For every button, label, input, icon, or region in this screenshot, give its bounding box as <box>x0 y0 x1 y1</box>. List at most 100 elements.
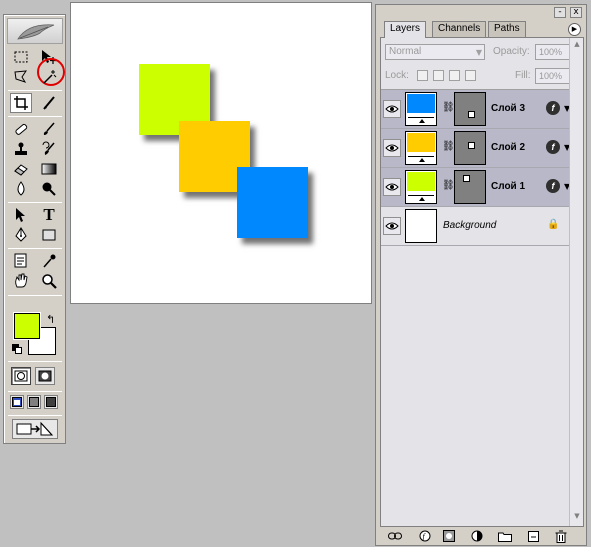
layer-row[interactable]: Background 🔒 <box>381 207 571 246</box>
foreground-color-swatch[interactable] <box>14 313 40 339</box>
type-tool-icon[interactable]: T <box>38 205 60 225</box>
link-icon[interactable]: ⛓ <box>442 141 455 152</box>
feather-icon <box>17 24 55 40</box>
standard-mode-icon[interactable] <box>11 367 31 385</box>
layer-effects-icon[interactable]: f <box>546 140 560 154</box>
layer-row[interactable]: ⛓ Слой 1 f ▼ <box>381 168 571 207</box>
layers-palette: - x Layers Channels Paths ▶ Normal ▼ Opa… <box>375 4 587 546</box>
gradient-tool-icon[interactable] <box>38 159 60 179</box>
minimize-button[interactable]: - <box>554 7 566 18</box>
marquee-tool-icon[interactable] <box>10 47 32 67</box>
layer-thumbnail[interactable] <box>405 131 437 165</box>
toolbox-header-logo[interactable] <box>7 18 63 44</box>
blend-mode-value: Normal <box>389 46 422 57</box>
palette-titlebar[interactable]: - x <box>376 5 586 20</box>
link-layers-icon[interactable] <box>388 529 402 543</box>
layer-name: Background <box>443 220 497 231</box>
document-canvas[interactable] <box>70 2 372 304</box>
lock-position-icon[interactable] <box>449 70 460 81</box>
notes-tool-icon[interactable] <box>10 251 32 271</box>
blur-tool-icon[interactable] <box>10 179 32 199</box>
eye-icon[interactable] <box>383 139 401 157</box>
eye-icon[interactable] <box>383 178 401 196</box>
toolbox-divider <box>8 202 62 203</box>
blend-opacity-row: Normal ▼ Opacity: 100% ▸ <box>385 44 581 60</box>
layer-name: Слой 2 <box>491 142 526 153</box>
close-button[interactable]: x <box>570 7 582 18</box>
lock-fill-row: Lock: Fill: 100% ▸ <box>385 68 581 84</box>
layer-thumbnail[interactable] <box>405 92 437 126</box>
standard-screen-mode-icon[interactable] <box>10 395 24 409</box>
tab-channels[interactable]: Channels <box>432 21 487 37</box>
lock-icon: 🔒 <box>547 219 560 230</box>
toolbox-divider <box>8 90 62 91</box>
healing-brush-tool-icon[interactable] <box>10 119 32 139</box>
lasso-tool-icon[interactable] <box>10 67 32 87</box>
layer-row[interactable]: ⛓ Слой 3 f ▼ <box>381 90 571 129</box>
slice-tool-icon[interactable] <box>38 93 60 113</box>
toolbox-divider <box>8 248 62 249</box>
layer-style-icon[interactable]: f <box>418 529 432 543</box>
palette-menu-icon[interactable]: ▶ <box>568 23 581 36</box>
toolbox: T ↰ <box>3 14 66 444</box>
layer-row[interactable]: ⛓ Слой 2 f ▼ <box>381 129 571 168</box>
default-colors-icon[interactable] <box>12 344 22 354</box>
fill-value: 100% <box>539 71 563 81</box>
toolbox-divider <box>8 391 62 392</box>
path-selection-tool-icon[interactable] <box>10 205 32 225</box>
zoom-tool-icon[interactable] <box>38 271 60 291</box>
eraser-tool-icon[interactable] <box>10 159 32 179</box>
blue-square[interactable] <box>237 167 308 238</box>
scroll-down-icon[interactable]: ▼ <box>571 512 583 524</box>
layer-effects-icon[interactable]: f <box>546 101 560 115</box>
eye-icon[interactable] <box>383 100 401 118</box>
swap-colors-icon[interactable]: ↰ <box>46 313 55 326</box>
lock-transparency-icon[interactable] <box>417 70 428 81</box>
hand-tool-icon[interactable] <box>10 271 32 291</box>
layer-effects-icon[interactable]: f <box>546 179 560 193</box>
layer-thumbnail[interactable] <box>405 209 437 243</box>
link-icon[interactable]: ⛓ <box>442 180 455 191</box>
opacity-label: Opacity: <box>493 46 530 57</box>
history-brush-tool-icon[interactable] <box>38 139 60 159</box>
vector-mask-thumbnail[interactable] <box>454 170 486 204</box>
dodge-tool-icon[interactable] <box>38 179 60 199</box>
chevron-down-icon: ▼ <box>475 48 482 57</box>
clone-stamp-tool-icon[interactable] <box>10 139 32 159</box>
layers-scrollbar[interactable]: ▲ ▼ <box>569 38 583 526</box>
lock-all-icon[interactable] <box>465 70 476 81</box>
palette-tabs: Layers Channels Paths ▶ <box>380 21 584 38</box>
add-mask-icon[interactable] <box>442 529 456 543</box>
link-icon[interactable]: ⛓ <box>442 102 455 113</box>
vector-mask-thumbnail[interactable] <box>454 131 486 165</box>
tab-layers[interactable]: Layers <box>384 21 427 38</box>
scroll-up-icon[interactable]: ▲ <box>571 40 583 52</box>
brush-tool-icon[interactable] <box>38 119 60 139</box>
new-group-icon[interactable] <box>498 529 512 543</box>
full-screen-menu-mode-icon[interactable] <box>27 395 41 409</box>
layer-thumbnail[interactable] <box>405 170 437 204</box>
vector-mask-thumbnail[interactable] <box>454 92 486 126</box>
fill-label: Fill: <box>515 70 531 81</box>
rectangle-tool-icon[interactable] <box>38 225 60 245</box>
layers-footer-toolbar: f <box>380 527 584 545</box>
jump-to-imageready-icon[interactable] <box>12 419 58 439</box>
eye-icon[interactable] <box>383 217 401 235</box>
quick-mask-mode-icon[interactable] <box>35 367 55 385</box>
toolbox-divider <box>8 415 62 416</box>
toolbox-divider <box>8 116 62 117</box>
lock-pixels-icon[interactable] <box>433 70 444 81</box>
tab-paths[interactable]: Paths <box>488 21 526 37</box>
magic-wand-tool-icon[interactable] <box>38 67 60 87</box>
type-tool-glyph: T <box>43 205 55 224</box>
pen-tool-icon[interactable] <box>10 225 32 245</box>
layer-name: Слой 3 <box>491 103 526 114</box>
lock-label: Lock: <box>385 70 409 81</box>
adjustment-layer-icon[interactable] <box>470 529 484 543</box>
full-screen-mode-icon[interactable] <box>44 395 58 409</box>
new-layer-icon[interactable] <box>526 529 540 543</box>
crop-tool-icon[interactable] <box>10 93 32 113</box>
eyedropper-tool-icon[interactable] <box>38 251 60 271</box>
blend-mode-select[interactable]: Normal ▼ <box>385 44 485 60</box>
trash-icon[interactable] <box>554 529 568 543</box>
